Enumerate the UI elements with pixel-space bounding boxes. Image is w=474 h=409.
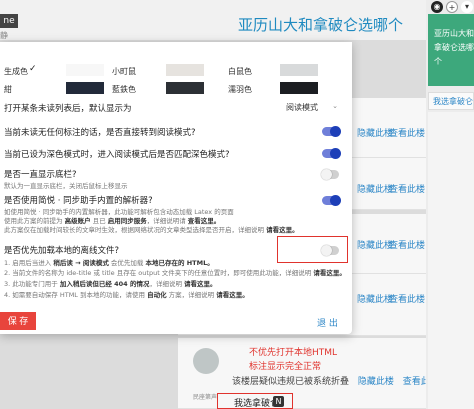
option-dark-mode-label: 当前已设为深色模式时，进入阅读模式后是否匹配深色模式? [4,150,230,160]
desc-link[interactable]: 请看这里。 [313,269,346,277]
toggle-bottom-bar[interactable] [321,169,339,180]
option-local-file-desc: 1. 启用后当进入 稍后读 → 阅读模式 会优先加载 本地已存在的 HTML。 [4,257,214,267]
view-floor-link[interactable]: 查看此楼 [389,182,425,195]
left-tag: ne [0,14,18,28]
option-local-file-desc: 4. 如需要自动保存 HTML 到本地的功能，请使用 自动化 方案，详细说明 请… [4,289,249,299]
option-local-file-desc: 3. 此功能专门用于 加入稍后读但已经 404 的情况，详细说明 请看这里。 [4,278,217,288]
folded-hint: 该楼层疑似违规已被系统折叠 隐藏此楼 查看此楼 [232,374,439,387]
open-mode-value: 阅读模式 [286,103,318,112]
toggle-dark-mode[interactable] [322,148,341,159]
outline-list [428,112,474,409]
desc-code: ide-title 或 title [66,269,115,277]
open-unread-label: 打开某条未读列表后，默认显示为 [4,104,132,114]
n-badge: N [273,396,284,407]
desc-strong: 加入稍后读但已经 404 的情况 [59,280,150,288]
annotation-line: 不优先打开本地HTML [249,348,338,358]
option-local-file-desc: 2. 当前文件的名称为 ide-title 或 title 且存在 output… [4,267,346,277]
right-panel-toolbar: ◉ + ▾ [428,0,474,14]
option-parser-desc: 此方案仅在加载时间较长的文章时生效，根据网络状况的文章类型选择是否开启，详细说明… [4,224,299,234]
option-bottom-bar-label: 是否一直显示底栏? [4,170,77,180]
plus-icon[interactable]: + [446,1,458,13]
desc-text: 1. 启用后当进入 [4,259,54,267]
exit-button[interactable]: 退 出 [317,316,338,329]
desc-text: ，详细说明 [149,280,185,288]
desc-link[interactable]: 请看这里。 [184,280,217,288]
check-icon: ✓ [29,64,37,74]
desc-text: 4. 如需要自动保存 HTML 到本地的功能，请使用 [4,291,148,299]
theme-swatch[interactable] [166,82,204,94]
outline-item[interactable]: 我选拿破仑 [428,92,474,110]
toggle-parser[interactable] [322,195,341,206]
theme-label[interactable]: 紺 [4,84,12,95]
hide-floor-link[interactable]: 隐藏此楼 [358,377,394,387]
desc-link[interactable]: 请看这里。 [216,291,249,299]
view-floor-link[interactable]: 查看此楼 [389,292,425,305]
option-local-file-label: 是否优先加载本地的离线文件? [4,246,120,256]
open-mode-select[interactable]: 阅读模式 ⌄ [286,102,338,114]
theme-label[interactable]: 小町鼠 [112,66,136,77]
theme-label[interactable]: 生成色 [4,66,28,77]
desc-text: 且存在 output 文件夹下的任意位置时，即可使用此功能，详细说明 [114,269,314,277]
desc-strong: 本地已存在的 HTML。 [145,259,214,267]
hide-floor-link[interactable]: 隐藏此楼 [357,238,393,251]
toggle-knob [330,126,341,137]
eye-icon[interactable]: ◉ [431,1,443,13]
theme-swatch[interactable] [166,64,204,76]
user-note: 民座第声 [193,394,218,401]
theme-label[interactable]: 濡羽色 [228,84,252,95]
chevron-down-icon: ⌄ [332,102,338,110]
hide-floor-link[interactable]: 隐藏此楼 [357,126,393,139]
view-floor-link[interactable]: 查看此楼 [389,126,425,139]
highlight-box [277,236,348,263]
left-tag-label: 静 [0,31,8,40]
annotation-line: 标注显示完全正常 [249,362,322,372]
desc-text: 3. 此功能专门用于 [4,280,60,288]
desc-text: 会优先加载 [108,259,146,267]
desc-text: 此方案仅在加载时间较长的文章时生效，根据网络状况的文章类型选择是否开启，详细说明 [4,226,267,234]
view-floor-link[interactable]: 查看此楼 [389,238,425,251]
toggle-knob [330,148,341,159]
save-button[interactable]: 保 存 [0,312,36,330]
desc-text: 2. 当前文件的名称为 [4,269,67,277]
theme-picker: 生成色 ✓ 小町鼠 白鼠色 紺 藍鉄色 濡羽色 [0,62,352,102]
toggle-knob [330,195,341,206]
desc-strong: 稍后读 → 阅读模式 [53,259,109,267]
theme-swatch[interactable] [66,82,104,94]
desc-text: 方案，详细说明 [166,291,217,299]
hide-floor-link[interactable]: 隐藏此楼 [357,292,393,305]
page-title: 亚历山大和拿破仑选哪个 [238,16,404,34]
avatar [193,348,219,374]
outline-title: 亚历山大和拿破仑选哪个 [434,29,474,66]
settings-dialog: 生成色 ✓ 小町鼠 白鼠色 紺 藍鉄色 濡羽色 打开某条未读列表后，默认显示为 … [0,42,352,334]
outline-item-label: 我选拿破仑 [433,97,473,106]
option-parser-label: 是否使用简悦 · 同步助手内置的解析器? [4,196,153,206]
theme-swatch[interactable] [280,82,318,94]
theme-label[interactable]: 藍鉄色 [112,84,136,95]
toggle-knob [321,169,332,180]
theme-swatch[interactable] [66,64,104,76]
chevron-icon[interactable]: ▾ [461,1,473,13]
option-bottom-bar-desc: 默认为一直显示底栏，关闭后鼠标上移显示 [4,182,128,190]
desc-link[interactable]: 请看这里。 [266,226,299,234]
option-direct-reading-label: 当前未读无任何标注的话，是否直接转到阅读模式? [4,128,196,138]
toggle-direct-reading[interactable] [322,126,341,137]
hide-floor-link[interactable]: 隐藏此楼 [357,182,393,195]
theme-swatch[interactable] [280,64,318,76]
desc-strong: 自动化 [147,291,167,299]
folded-hint-text: 该楼层疑似违规已被系统折叠 [232,377,350,387]
theme-label[interactable]: 白鼠色 [228,66,252,77]
